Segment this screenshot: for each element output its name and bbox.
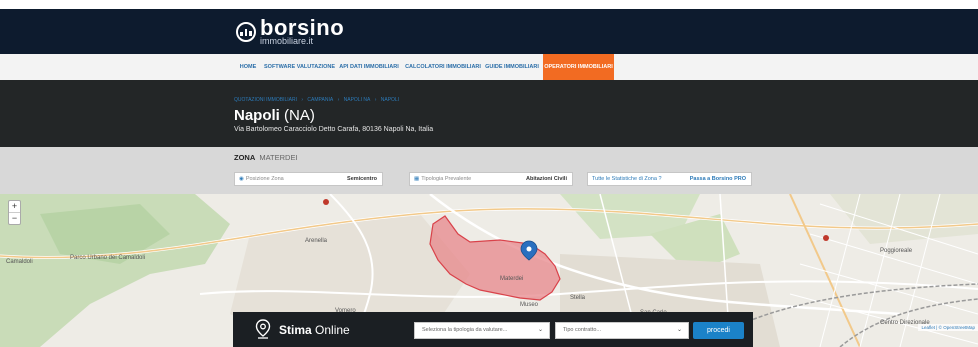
site-header: borsino immobiliare.it (0, 9, 978, 54)
typology-label: Tipologia Prevalente (421, 176, 472, 182)
chevron-down-icon: ⌄ (537, 327, 543, 333)
zone-title: ZONA MATERDEI (234, 153, 298, 162)
site-logo[interactable]: borsino immobiliare.it (236, 16, 344, 48)
top-strip (0, 0, 978, 9)
breadcrumb-separator: › (337, 97, 340, 103)
chevron-down-icon: ⌄ (676, 327, 682, 333)
map-label-camaldoli: Camaldoli (6, 259, 33, 265)
zone-bar: ZONA MATERDEI ◉ Posizione Zona Semicentro… (0, 147, 978, 194)
main-nav: HOME SOFTWARE VALUTAZIONE API DATI IMMOB… (0, 54, 978, 81)
stima-title: Stima Online (279, 323, 350, 337)
nav-api-dati[interactable]: API DATI IMMOBILIARI (338, 54, 400, 80)
stima-title-rest: Online (311, 323, 350, 337)
map-attribution[interactable]: Leaflet | © OpenStreetMap (918, 324, 978, 331)
contract-select-value: Tipo contratto... (563, 327, 602, 333)
map-poi (823, 235, 829, 241)
stima-title-bold: Stima (279, 323, 312, 337)
building-icon: ▦ (414, 176, 420, 182)
breadcrumb-napoli-na[interactable]: NAPOLI NA (344, 97, 371, 103)
zone-label: ZONA (234, 153, 256, 162)
nav-operatori[interactable]: OPERATORI IMMOBILIARI (543, 54, 614, 80)
city-name: Napoli (234, 107, 280, 124)
map-label-museo: Museo (520, 302, 539, 308)
nav-home[interactable]: HOME (236, 54, 260, 80)
map-label-materdei: Materdei (500, 276, 523, 282)
zone-stats-link[interactable]: Tutte le Statistiche di Zona ? (592, 176, 662, 182)
location-pin-icon: ◉ (239, 176, 244, 182)
typology-select[interactable]: Seleziona la tipologia da valutare... ⌄ (414, 322, 550, 339)
map-label-parco: Parco Urbano dei Camaldoli (70, 255, 145, 261)
zone-typology-field: ▦ Tipologia Prevalente Abitazioni Civili (409, 172, 573, 186)
breadcrumb-quotazioni[interactable]: QUOTAZIONI IMMOBILIARI (234, 97, 297, 103)
zoom-in-button[interactable]: + (9, 201, 20, 212)
stima-online-bar: Stima Online Seleziona la tipologia da v… (233, 312, 753, 347)
contract-select[interactable]: Tipo contratto... ⌄ (555, 322, 689, 339)
page-title: Napoli (NA) (234, 107, 315, 124)
borsino-pro-link[interactable]: Passa a Borsino PRO (690, 176, 746, 182)
zoom-out-button[interactable]: − (9, 212, 20, 224)
breadcrumb-separator: › (301, 97, 304, 103)
breadcrumb-campania[interactable]: CAMPANIA (307, 97, 333, 103)
map-label-poggioreale: Poggioreale (880, 248, 913, 254)
location-pin-icon (255, 319, 271, 339)
map-urban-area (830, 194, 978, 244)
map-label-stella: Stella (570, 295, 586, 301)
position-value: Semicentro (347, 176, 377, 182)
map-zoom-control: + − (8, 200, 21, 225)
nav-software-valutazione[interactable]: SOFTWARE VALUTAZIONE (264, 54, 335, 80)
logo-text: borsino immobiliare.it (260, 16, 344, 46)
breadcrumb-napoli[interactable]: NAPOLI (381, 97, 399, 103)
procedi-button[interactable]: procedi (693, 322, 744, 339)
typology-select-value: Seleziona la tipologia da valutare... (422, 327, 508, 333)
zone-position-field: ◉ Posizione Zona Semicentro (234, 172, 383, 186)
map-label-arenella: Arenella (305, 238, 328, 244)
zone-name: MATERDEI (259, 153, 298, 162)
location-header: QUOTAZIONI IMMOBILIARI › CAMPANIA › NAPO… (0, 80, 978, 147)
nav-guide[interactable]: GUIDE IMMOBILIARI (485, 54, 539, 80)
zone-links: Tutte le Statistiche di Zona ? Passa a B… (587, 172, 752, 186)
breadcrumb: QUOTAZIONI IMMOBILIARI › CAMPANIA › NAPO… (234, 97, 402, 103)
address-text: Via Bartolomeo Caracciolo Detto Carafa, … (234, 126, 434, 133)
chart-bars-icon (236, 22, 256, 42)
nav-calcolatori[interactable]: CALCOLATORI IMMOBILIARI (405, 54, 481, 80)
province-code: (NA) (284, 107, 315, 124)
breadcrumb-separator: › (374, 97, 377, 103)
map-poi (323, 199, 329, 205)
position-label: Posizione Zona (245, 176, 284, 182)
typology-value: Abitazioni Civili (526, 176, 567, 182)
